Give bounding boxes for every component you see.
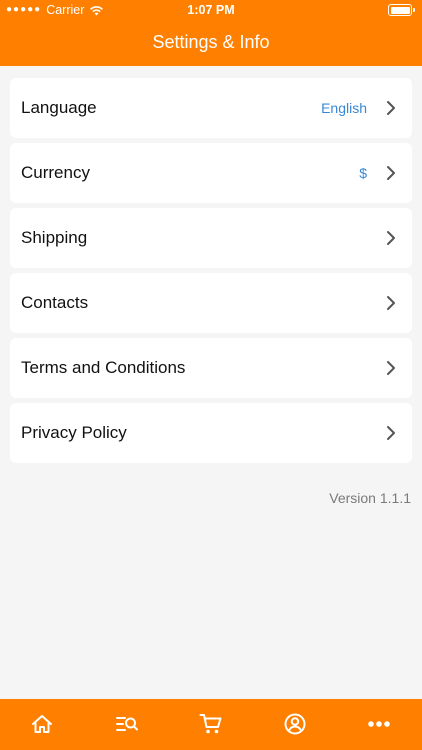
- home-icon: [32, 715, 52, 733]
- chevron-right-icon: [387, 296, 395, 310]
- tab-account[interactable]: [282, 712, 308, 736]
- row-label: Terms and Conditions: [21, 358, 186, 377]
- settings-row-shipping[interactable]: Shipping: [10, 208, 412, 268]
- settings-row-terms[interactable]: Terms and Conditions: [10, 338, 412, 398]
- chevron-right-icon: [387, 166, 395, 180]
- status-time: 1:07 PM: [187, 3, 235, 17]
- row-value: English: [321, 100, 367, 116]
- chevron-right-icon: [387, 231, 395, 245]
- tab-search[interactable]: [114, 712, 140, 736]
- settings-row-language[interactable]: Language English: [10, 78, 412, 138]
- row-label: Shipping: [21, 228, 88, 247]
- settings-row-currency[interactable]: Currency $: [10, 143, 412, 203]
- settings-row-contacts[interactable]: Contacts: [10, 273, 412, 333]
- row-label: Currency: [21, 163, 90, 182]
- account-icon: [284, 713, 306, 735]
- search-list-icon: [116, 717, 138, 731]
- chevron-right-icon: [387, 101, 395, 115]
- tab-bar: [0, 699, 422, 750]
- status-bar: ●●●●● Carrier 1:07 PM: [0, 0, 422, 22]
- version-label: Version 1.1.1: [329, 490, 411, 506]
- tab-home[interactable]: [29, 712, 55, 736]
- row-value: $: [359, 165, 367, 181]
- battery-icon: [388, 4, 415, 16]
- more-icon: [368, 721, 390, 727]
- chevron-right-icon: [387, 361, 395, 375]
- cart-icon: [199, 714, 222, 734]
- chevron-right-icon: [387, 426, 395, 440]
- page-title: Settings & Info: [152, 32, 270, 52]
- row-label: Privacy Policy: [21, 423, 127, 442]
- row-label: Language: [21, 98, 97, 117]
- tab-more[interactable]: [366, 712, 392, 736]
- tab-cart[interactable]: [198, 712, 224, 736]
- settings-list: Language English Currency $ Shipping Con…: [10, 78, 412, 468]
- app-header: ●●●●● Carrier 1:07 PM Settings & Info: [0, 0, 422, 66]
- settings-row-privacy[interactable]: Privacy Policy: [10, 403, 412, 463]
- row-label: Contacts: [21, 293, 89, 312]
